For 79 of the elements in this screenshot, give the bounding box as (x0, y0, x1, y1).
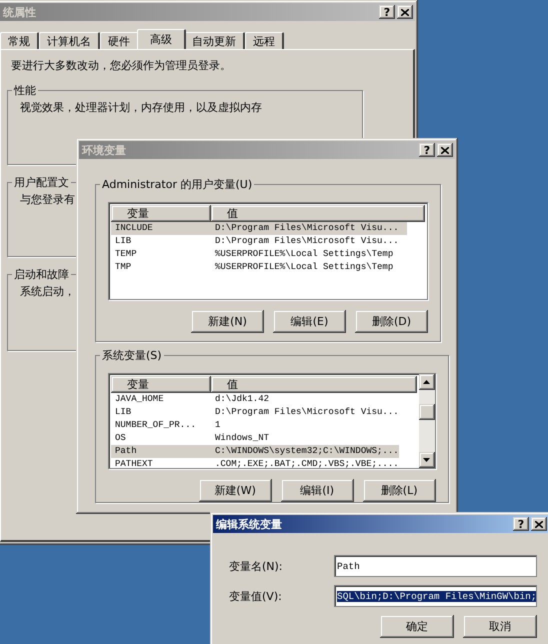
variable-value: C:\WINDOWS\system32;C:\WINDOWS;... (214, 445, 399, 458)
close-icon (441, 146, 449, 154)
list-row[interactable]: JAVA_HOME d:\Jdk1.42 (111, 393, 399, 406)
close-button[interactable] (437, 143, 453, 157)
variable-name: TMP (114, 261, 132, 274)
variable-list[interactable]: 变量 值 INCLUDE D:\Program Files\Microsoft Visu... LIB D:\Program Files\Microsoft Visu... TEMP %USERPROFILE%\Local Settings\Temp TMP %USERPROFILE%\Local Settings\Temp (108, 202, 428, 300)
group-title: 系统变量(S) (101, 348, 163, 363)
group-text: 系统启动， (20, 285, 75, 298)
field-label: 变量名(N): (229, 558, 284, 574)
dialog-button[interactable]: 取消 (463, 615, 537, 638)
close-button[interactable] (397, 5, 413, 19)
column-header[interactable]: 值 (211, 205, 425, 222)
variable-name: JAVA_HOME (114, 393, 165, 406)
variable-name: Path (114, 445, 138, 458)
column-header[interactable]: 变量 (111, 376, 211, 393)
list-row[interactable]: LIB D:\Program Files\Microsoft Visu... (111, 235, 407, 248)
group-title: 性能 (12, 83, 37, 98)
scroll-thumb[interactable] (418, 404, 435, 420)
dialog-button[interactable]: 编辑(E) (273, 310, 346, 333)
variable-value: %USERPROFILE%\Local Settings\Temp (214, 248, 394, 261)
variable-name: TEMP (114, 248, 138, 261)
variable-value: %USERPROFILE%\Local Settings\Temp (214, 261, 394, 274)
help-button[interactable]: ? (513, 517, 529, 531)
list-row[interactable]: TMP %USERPROFILE%\Local Settings\Temp (111, 261, 407, 274)
column-header[interactable]: 值 (211, 376, 417, 393)
variable-value: D:\Program Files\Microsoft Visu... (214, 406, 399, 419)
variable-value: D:\Program Files\Microsoft Visu... (214, 222, 400, 235)
dialog-button[interactable]: 删除(L) (362, 479, 436, 502)
list-row[interactable]: Path C:\WINDOWS\system32;C:\WINDOWS;... (111, 445, 399, 458)
group-text: 与您登录有 (20, 193, 75, 206)
window-title: 编辑系统变量 (216, 516, 283, 532)
variable-name: INCLUDE (114, 222, 154, 235)
list-row[interactable]: TEMP %USERPROFILE%\Local Settings\Temp (111, 248, 407, 261)
variable-value: .COM;.EXE;.BAT;.CMD;.VBS;.VBE;.... (214, 458, 399, 468)
list-row[interactable]: OS Windows_NT (111, 432, 399, 445)
dialog-button[interactable]: 编辑(I) (280, 479, 354, 502)
close-icon (401, 8, 409, 16)
variable-name: OS (114, 432, 127, 445)
variable-value: Windows_NT (214, 432, 270, 445)
window-title: 统属性 (3, 4, 37, 20)
value-field[interactable]: SQL\bin;D:\Program Files\MinGW\bin; (334, 585, 537, 607)
tab[interactable]: 自动更新 (184, 32, 245, 49)
list-row[interactable]: LIB D:\Program Files\Microsoft Visu... (111, 406, 399, 419)
group-title: 用户配置文 (13, 175, 70, 190)
tab[interactable]: 计算机名 (39, 32, 100, 49)
dialog-button[interactable]: 确定 (380, 615, 454, 638)
help-button[interactable]: ? (379, 5, 395, 19)
tab[interactable]: 远程 (245, 32, 284, 49)
list-row[interactable]: INCLUDE D:\Program Files\Microsoft Visu... (111, 222, 407, 235)
variable-value: D:\Program Files\Microsoft Visu... (214, 235, 400, 248)
notice-text: 要进行大多数改动，您必须作为管理员登录。 (11, 58, 232, 73)
dialog-button[interactable]: 新建(N) (191, 310, 264, 333)
variable-value: d:\Jdk1.42 (214, 393, 270, 406)
variable-name: NUMBER_OF_PR... (114, 419, 198, 432)
dialog-button[interactable]: 删除(D) (355, 310, 428, 333)
dialog-button[interactable]: 新建(W) (198, 479, 272, 502)
variable-name: PATHEXT (114, 458, 154, 468)
group-title: 启动和故障 (13, 267, 70, 282)
variable-list[interactable]: 变量 值 JAVA_HOME d:\Jdk1.42 LIB D:\Program Files\Microsoft Visu... NUMBER_OF_PR... 1 OS Windows_NT Path C:\WINDOWS\system32;C:\WINDOWS;... PATHEXT .COM;.EXE;.BAT;.CMD;.VBS;.VBE;.... (108, 373, 436, 469)
window-title: 环境变量 (82, 142, 127, 158)
list-row[interactable]: PATHEXT .COM;.EXE;.BAT;.CMD;.VBS;.VBE;.... (111, 458, 399, 468)
tab[interactable]: 高级 (137, 29, 186, 49)
variable-value: 1 (214, 419, 222, 432)
close-icon (535, 520, 543, 528)
group-title: Administrator 的用户变量(U) (101, 177, 254, 192)
help-button[interactable]: ? (419, 143, 435, 157)
tab[interactable]: 常规 (0, 32, 39, 49)
name-field[interactable]: Path (334, 555, 537, 577)
scrollbar[interactable] (418, 374, 435, 468)
list-row[interactable]: NUMBER_OF_PR... 1 (111, 419, 399, 432)
tab[interactable]: 硬件 (100, 32, 139, 49)
variable-name: LIB (114, 235, 132, 248)
column-header[interactable]: 变量 (111, 205, 211, 222)
variable-name: LIB (114, 406, 132, 419)
up-arrow-icon (423, 380, 430, 384)
field-label: 变量值(V): (229, 588, 283, 604)
close-button[interactable] (531, 517, 547, 531)
group-text: 视觉效果，处理器计划，内存使用，以及虚拟内存 (20, 101, 262, 114)
down-arrow-icon (423, 458, 430, 462)
